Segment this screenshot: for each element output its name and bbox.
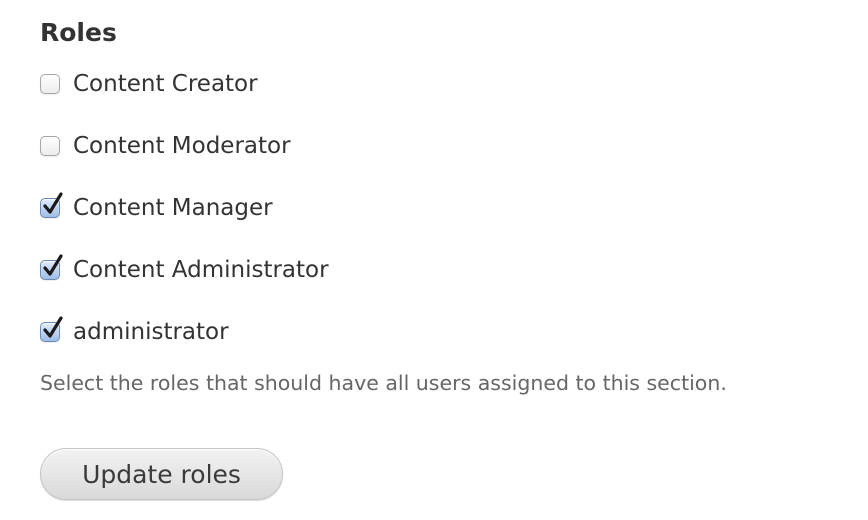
checkbox-content-manager[interactable] bbox=[40, 192, 63, 218]
roles-title: Roles bbox=[40, 18, 117, 47]
role-option-content-moderator[interactable]: Content Moderator bbox=[40, 129, 291, 163]
role-label: administrator bbox=[73, 319, 229, 345]
role-option-content-creator[interactable]: Content Creator bbox=[40, 67, 258, 101]
role-label: Content Manager bbox=[73, 195, 273, 221]
checkbox-content-moderator[interactable] bbox=[40, 136, 60, 156]
checkbox-administrator[interactable] bbox=[40, 316, 63, 342]
checkbox-content-creator[interactable] bbox=[40, 74, 60, 94]
role-option-content-administrator[interactable]: Content Administrator bbox=[40, 253, 329, 287]
role-option-content-manager[interactable]: Content Manager bbox=[40, 191, 273, 225]
help-text: Select the roles that should have all us… bbox=[40, 371, 727, 395]
role-label: Content Creator bbox=[73, 71, 258, 97]
checkbox-content-administrator[interactable] bbox=[40, 254, 63, 280]
checkmark-icon bbox=[43, 316, 63, 338]
checkmark-icon bbox=[43, 254, 63, 276]
role-label: Content Administrator bbox=[73, 257, 329, 283]
update-roles-button[interactable]: Update roles bbox=[40, 448, 283, 500]
role-label: Content Moderator bbox=[73, 133, 291, 159]
role-option-administrator[interactable]: administrator bbox=[40, 315, 229, 349]
checkmark-icon bbox=[43, 192, 63, 214]
